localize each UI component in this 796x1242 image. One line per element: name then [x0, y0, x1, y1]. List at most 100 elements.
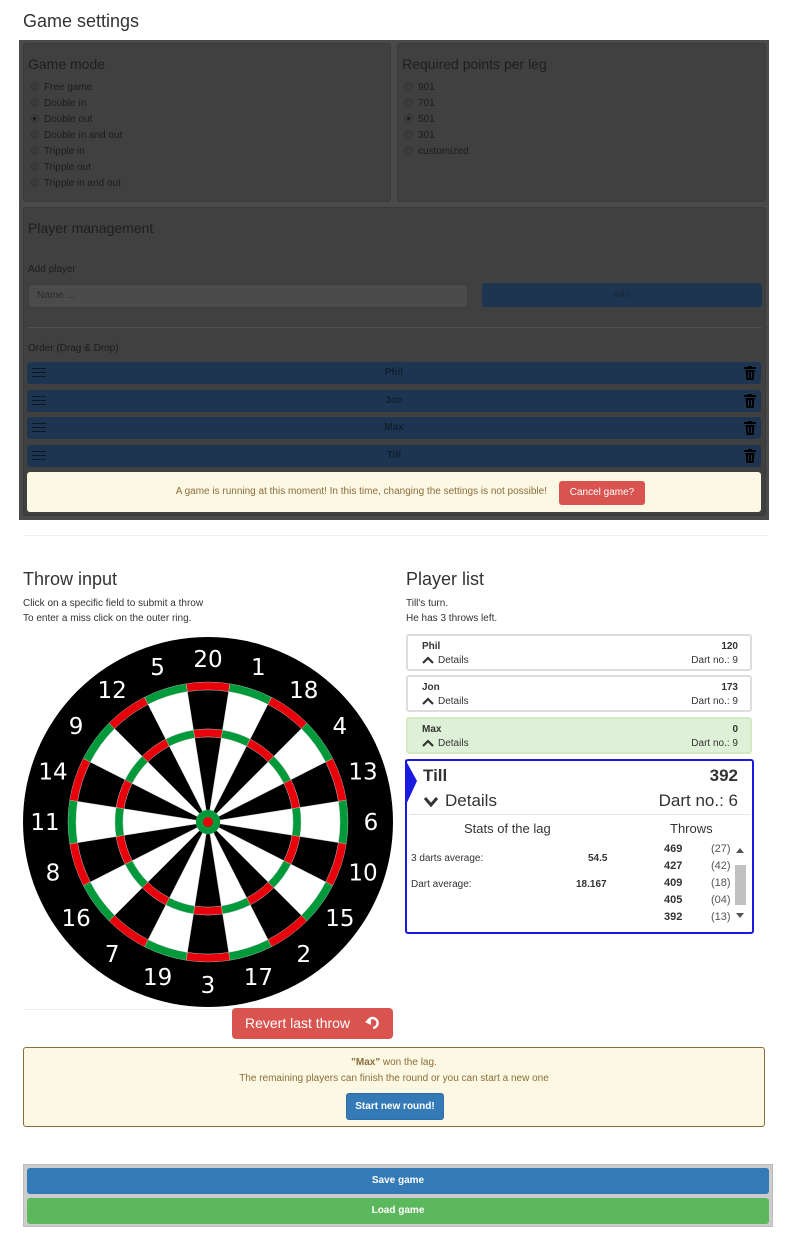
triple-segment[interactable]	[193, 728, 223, 739]
game-mode-option-label: Tripple in and out	[44, 178, 121, 189]
active-details-toggle[interactable]: Details	[423, 791, 497, 811]
turn-line-1: Till's turn.	[406, 598, 449, 609]
order-label: Order (Drag & Drop)	[28, 343, 119, 354]
stats-title: Stats of the lag	[464, 821, 551, 836]
points-option[interactable]: 301	[404, 129, 435, 143]
start-new-round-button[interactable]: Start new round!	[346, 1093, 444, 1120]
game-mode-option[interactable]: Tripple in	[30, 145, 85, 159]
throw-score: 469	[664, 843, 683, 855]
triple-segment[interactable]	[114, 807, 125, 837]
undo-icon	[365, 1016, 379, 1030]
active-indicator-icon	[405, 759, 417, 807]
load-game-button[interactable]: Load game	[27, 1198, 769, 1224]
game-mode-option[interactable]: Double in and out	[30, 129, 122, 143]
board-number-label: 6	[364, 810, 379, 836]
points-option[interactable]: 501	[404, 113, 435, 127]
scroll-up-icon[interactable]	[736, 847, 744, 853]
throw-score: 427	[664, 860, 683, 872]
details-toggle[interactable]: Details	[422, 696, 469, 707]
game-mode-option-label: Free game	[44, 82, 93, 93]
game-mode-option[interactable]: Double in	[30, 97, 86, 111]
radio-icon[interactable]	[30, 177, 39, 187]
board-number-label: 12	[98, 678, 127, 704]
radio-icon[interactable]	[404, 145, 413, 155]
trash-icon[interactable]	[744, 449, 756, 464]
game-mode-option-label: Double out	[44, 114, 93, 125]
radio-icon[interactable]	[404, 81, 413, 91]
save-game-button[interactable]: Save game	[27, 1168, 769, 1194]
player-card[interactable]: Jon 173 Details Dart no.: 9	[406, 675, 752, 712]
points-option-label: 701	[418, 98, 435, 109]
points-option-label: 301	[418, 130, 435, 141]
won-message: "Max" won the lag.	[24, 1057, 764, 1068]
game-mode-option[interactable]: Free game	[30, 81, 92, 95]
add-player-button[interactable]: add	[482, 283, 762, 307]
game-mode-panel: Game mode Free game Double in Double out Do…	[23, 43, 391, 202]
outer-single-segment[interactable]	[299, 801, 341, 843]
player-card-dart-no: Dart no.: 9	[691, 655, 738, 666]
player-order-item[interactable]: Phil	[27, 362, 761, 384]
three-dart-average-label: 3 darts average:	[411, 853, 484, 864]
trash-icon[interactable]	[744, 393, 756, 408]
triple-segment[interactable]	[291, 807, 302, 837]
dartboard[interactable]: 20 1 18 413 6 10 15 2 17 3 19 7 168 11 149 12 5	[23, 637, 393, 1007]
details-toggle[interactable]: Details	[422, 738, 469, 749]
points-option[interactable]: 901	[404, 81, 435, 95]
player-card[interactable]: Max 0 Details Dart no.: 9	[406, 717, 752, 754]
player-card-points: 0	[732, 724, 738, 735]
active-player-card[interactable]: Till 392 Details Dart no.: 6 Stats of th…	[405, 759, 754, 934]
radio-icon[interactable]	[30, 113, 39, 123]
player-order-item[interactable]: Jon	[27, 389, 761, 412]
throws-scrollbar[interactable]	[734, 845, 747, 927]
player-name-input[interactable]: Name ...	[28, 284, 468, 308]
player-card[interactable]: Phil 120 Details Dart no.: 9	[406, 634, 752, 671]
game-mode-option[interactable]: Tripple in and out	[30, 177, 121, 191]
player-order-item[interactable]: Till	[27, 445, 761, 468]
radio-icon[interactable]	[404, 113, 413, 123]
points-option-label: 901	[418, 82, 435, 93]
player-order-name: Jon	[385, 394, 403, 406]
radio-icon[interactable]	[30, 161, 39, 171]
trash-icon[interactable]	[744, 421, 756, 436]
throws-title: Throws	[670, 821, 713, 836]
points-option[interactable]: 701	[404, 97, 435, 111]
radio-icon[interactable]	[30, 145, 39, 155]
radio-icon[interactable]	[30, 129, 39, 139]
outer-single-segment[interactable]	[187, 689, 229, 731]
board-number-label: 13	[348, 760, 377, 786]
radio-icon[interactable]	[404, 97, 413, 107]
board-number-label: 1	[251, 655, 266, 681]
radio-icon[interactable]	[30, 81, 39, 91]
scroll-thumb[interactable]	[735, 865, 746, 905]
triple-segment[interactable]	[193, 905, 223, 916]
radio-icon[interactable]	[30, 97, 39, 107]
board-number-label: 7	[105, 942, 120, 968]
outer-single-segment[interactable]	[75, 801, 117, 843]
game-running-message: A game is running at this moment! In thi…	[175, 486, 547, 497]
points-option-label: 501	[418, 114, 435, 125]
revert-last-throw-button[interactable]: Revert last throw	[232, 1008, 393, 1039]
details-label: Details	[438, 696, 469, 707]
game-mode-option[interactable]: Tripple out	[30, 161, 91, 175]
board-number-label: 8	[46, 860, 61, 886]
player-card-name: Phil	[422, 641, 441, 652]
radio-icon[interactable]	[404, 129, 413, 139]
player-management-title: Player management	[28, 220, 154, 236]
throw-field: (27)	[711, 843, 731, 855]
player-order-item[interactable]: Max	[27, 417, 761, 440]
board-number-label: 17	[244, 965, 273, 991]
trash-icon[interactable]	[744, 366, 756, 380]
outer-single-segment[interactable]	[187, 913, 229, 955]
won-suffix: won the lag.	[380, 1057, 437, 1068]
save-load-panel: Save game Load game	[23, 1164, 773, 1227]
details-toggle[interactable]: Details	[422, 655, 469, 666]
game-mode-option[interactable]: Double out	[30, 113, 92, 127]
scroll-down-icon[interactable]	[736, 913, 744, 919]
bullseye[interactable]	[203, 817, 213, 827]
throw-row: 405 (04)	[657, 894, 737, 911]
game-running-alert: A game is running at this moment! In thi…	[27, 472, 761, 512]
board-number-label: 4	[333, 714, 348, 740]
lag-won-alert: "Max" won the lag. The remaining players…	[23, 1047, 765, 1127]
cancel-game-button[interactable]: Cancel game?	[559, 481, 645, 505]
points-option[interactable]: customized	[404, 145, 469, 159]
